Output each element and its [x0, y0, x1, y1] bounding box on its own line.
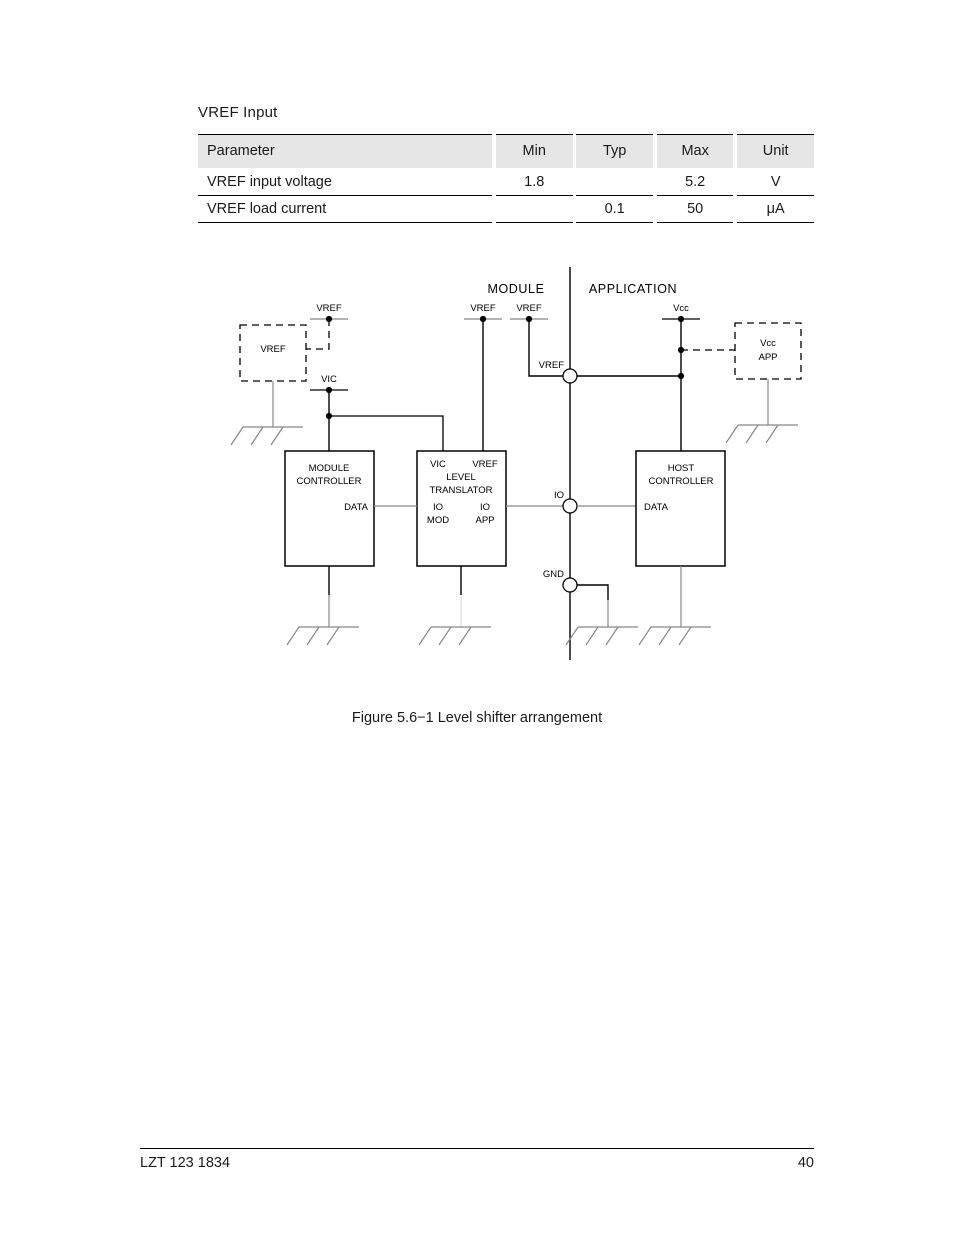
- table-row: VREF input voltage 1.8 5.2 V: [198, 169, 814, 196]
- column-header-max-label: Max: [681, 143, 709, 159]
- figure-caption: Figure 5.6−1 Level shifter arrangement: [351, 710, 603, 726]
- interface-node-io: IO: [554, 490, 578, 514]
- host-controller-pin-data: DATA: [644, 502, 669, 513]
- dashed-box-vref-source: VREF: [239, 324, 307, 382]
- supply-terminal-vic-label: VIC: [321, 374, 337, 385]
- vref-input-spec-table: Parameter Min Typ Max Unit VREF input vo…: [198, 134, 814, 223]
- footer-page-number: 40: [797, 1155, 814, 1171]
- cell-max: 5.2: [656, 169, 734, 196]
- vcc-app-source-outline: [734, 322, 802, 380]
- column-header-max: Max: [656, 134, 734, 169]
- vcc-app-source-label-1: Vcc: [760, 338, 776, 349]
- cell-parameter: VREF input voltage: [198, 169, 493, 196]
- column-header-parameter: Parameter: [198, 134, 493, 169]
- supply-terminal-vref-interface-label: VREF: [516, 303, 542, 314]
- table-row: VREF load current 0.1 50 μA: [198, 196, 814, 223]
- domain-label-module: MODULE: [487, 282, 544, 296]
- block-module-controller: MODULE CONTROLLER DATA: [284, 450, 375, 567]
- supply-terminal-vcc-label: Vcc: [673, 303, 689, 314]
- supply-terminal-vref-translator-label: VREF: [470, 303, 496, 314]
- vref-source-label: VREF: [260, 344, 286, 355]
- cell-typ: [576, 169, 653, 196]
- dashed-wire-vref-source-link: [306, 319, 330, 350]
- host-controller-title-1: HOST: [668, 463, 695, 474]
- level-translator-pin-vref: VREF: [472, 459, 498, 470]
- level-translator-pin-io-mod-2: MOD: [427, 515, 449, 526]
- ground-symbol-interface-gnd: [565, 626, 638, 646]
- interface-node-gnd-label: GND: [543, 569, 564, 580]
- cell-max: 50: [656, 196, 734, 223]
- interface-node-gnd: GND: [543, 569, 578, 593]
- column-header-typ-label: Typ: [602, 143, 627, 159]
- ground-symbol-module-controller: [286, 626, 359, 646]
- connector-circle-vref: [562, 368, 578, 384]
- module-controller-title-1: MODULE: [309, 463, 350, 474]
- ground-symbol-level-translator: [418, 626, 491, 646]
- level-shifter-figure: MODULE APPLICATION VREF VREF VIC VREF VR…: [198, 255, 814, 675]
- level-translator-pin-io-app-2: APP: [475, 515, 494, 526]
- column-header-unit-label: Unit: [762, 143, 789, 159]
- domain-label-application: APPLICATION: [589, 282, 677, 296]
- column-header-typ: Typ: [576, 134, 653, 169]
- supply-terminal-vref-left-label: VREF: [316, 303, 342, 314]
- wire-gnd-node-to-ground: [577, 584, 609, 600]
- module-controller-pin-data: DATA: [344, 502, 369, 513]
- block-level-translator: VIC VREF LEVEL TRANSLATOR IO MOD IO APP: [416, 450, 507, 567]
- column-header-unit: Unit: [737, 134, 814, 169]
- cell-parameter: VREF load current: [198, 196, 493, 223]
- cell-unit: V: [737, 169, 814, 196]
- level-translator-pin-io-mod-1: IO: [433, 502, 443, 513]
- dashed-box-vcc-app-source: Vcc APP: [734, 322, 802, 380]
- vcc-app-source-label-2: APP: [758, 352, 777, 363]
- ground-symbol-vref-source: [230, 426, 303, 446]
- level-translator-pin-io-app-1: IO: [480, 502, 490, 513]
- cell-min: [495, 196, 573, 223]
- wire-vic-to-translator: [329, 415, 444, 451]
- connector-circle-gnd: [562, 577, 578, 593]
- interface-node-vref-label: VREF: [539, 360, 565, 371]
- interface-node-io-label: IO: [554, 490, 564, 501]
- column-header-parameter-label: Parameter: [207, 143, 275, 159]
- level-shifter-schematic: MODULE APPLICATION VREF VREF VIC VREF VR…: [230, 267, 802, 660]
- level-translator-pin-vic: VIC: [430, 459, 446, 470]
- junction-dot-vcc-vref: [677, 372, 685, 380]
- section-title: VREF Input: [198, 104, 278, 121]
- connector-circle-io: [562, 498, 578, 514]
- column-header-min-label: Min: [522, 143, 546, 159]
- column-header-min: Min: [495, 134, 573, 169]
- cell-unit: μA: [737, 196, 814, 223]
- cell-min: 1.8: [495, 169, 573, 196]
- host-controller-title-2: CONTROLLER: [649, 476, 714, 487]
- level-translator-title-1: LEVEL: [446, 472, 476, 483]
- footer-divider: [140, 1148, 814, 1149]
- module-controller-title-2: CONTROLLER: [297, 476, 362, 487]
- ground-symbol-vcc-app: [725, 424, 798, 444]
- table-header-row: Parameter Min Typ Max Unit: [198, 134, 814, 169]
- ground-symbol-host-controller: [638, 626, 711, 646]
- block-host-controller: HOST CONTROLLER DATA: [635, 450, 726, 567]
- level-translator-title-2: TRANSLATOR: [430, 485, 493, 496]
- interface-node-vref: VREF: [539, 360, 578, 384]
- cell-typ: 0.1: [576, 196, 653, 223]
